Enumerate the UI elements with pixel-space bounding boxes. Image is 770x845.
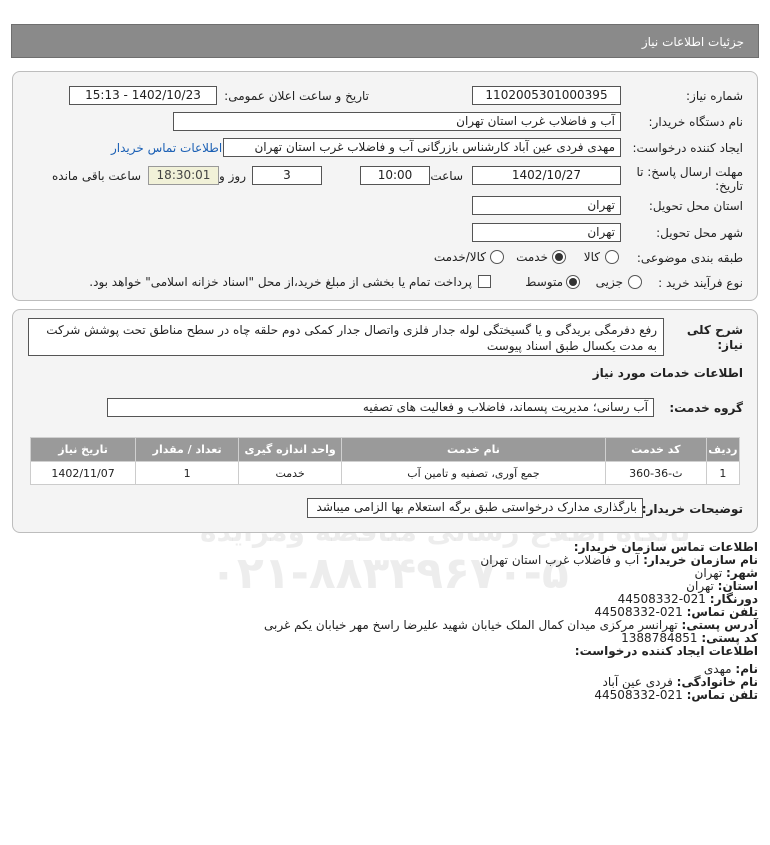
process-radio-medium[interactable] [566,275,580,289]
col-service-name: نام خدمت [341,437,606,462]
cell-service-name: جمع آوری، تصفیه و تامین آب [341,461,606,485]
col-row: ردیف [705,437,741,462]
deadline-time-label: ساعت [430,169,463,183]
cell-service-code: ث-36-360 [604,461,707,485]
cell-quantity: 1 [135,461,240,485]
cell-unit: خدمت [238,461,343,485]
process-option-medium: متوسط [525,275,563,289]
category-option-goods: کالا [583,250,600,264]
need-details-panel [12,71,758,301]
time-remaining-label: ساعت باقی مانده [52,169,142,183]
summary-label-2: نیاز: [717,338,743,352]
buyer-contact-link[interactable]: اطلاعات تماس خریدار [111,141,222,155]
table-row: 1 ث-36-360 جمع آوری، تصفیه و تامین آب خد… [29,461,741,485]
deadline-date-field: 1402/10/27 [472,166,621,185]
requester-label: ایجاد کننده درخواست: [632,141,743,155]
col-need-date: تاریخ نیاز [29,437,137,462]
creator-title: اطلاعات ایجاد کننده درخواست: [574,644,758,658]
announce-field: 1402/10/23 - 15:13 [69,86,217,105]
process-option-small: جزیی [595,275,623,289]
time-remaining-field: 18:30:01 [148,166,219,185]
deadline-label-2: تاریخ: [715,179,743,193]
category-radio-service[interactable] [552,250,566,264]
service-group-label: گروه خدمت: [669,401,743,415]
col-unit: واحد اندازه گیری [238,437,343,462]
buyer-label: نام دستگاه خریدار: [648,115,744,129]
col-service-code: کد خدمت [604,437,707,462]
city-field: تهران [472,223,621,242]
creator-phone: تلفن تماس: 021-44508332 [594,688,758,702]
table-header-row: ردیف کد خدمت نام خدمت واحد اندازه گیری ت… [29,437,741,462]
need-number-field: 1102005301000395 [472,86,621,105]
category-label: طبقه بندی موضوعی: [636,251,743,265]
buyer-notes-label: توضیحات خریدار: [641,502,743,516]
buyer-field: آب و فاضلاب غرب استان تهران [173,112,621,131]
services-table: ردیف کد خدمت نام خدمت واحد اندازه گیری ت… [29,437,741,485]
service-group-field: آب رسانی؛ مدیریت پسماند، فاضلاب و فعالیت… [107,398,654,417]
treasury-payment-note: پرداخت تمام یا بخشی از مبلغ خرید،از محل … [89,275,472,289]
deadline-time-field: 10:00 [360,166,430,185]
process-label: نوع فرآیند خرید : [658,276,743,290]
days-remaining-field: 3 [252,166,322,185]
category-radio-goods-service[interactable] [490,250,504,264]
category-option-service: خدمت [516,250,548,264]
province-label: استان محل تحویل: [648,199,743,213]
announce-label: تاریخ و ساعت اعلان عمومی: [224,89,369,103]
treasury-payment-checkbox[interactable] [478,275,491,288]
page-header: جزئیات اطلاعات نیاز [11,24,759,58]
summary-text: رفع دفرمگی بریدگی و یا گسیختگی لوله جدار… [28,318,664,356]
days-label: روز و [219,169,246,183]
cell-row: 1 [705,461,741,485]
city-label: شهر محل تحویل: [656,226,743,240]
need-number-label: شماره نیاز: [686,89,743,103]
page-title: جزئیات اطلاعات نیاز [641,35,744,49]
services-section-title: اطلاعات خدمات مورد نیاز [592,366,743,380]
category-radio-goods[interactable] [605,250,619,264]
col-quantity: تعداد / مقدار [135,437,240,462]
process-radio-small[interactable] [628,275,642,289]
summary-label-1: شرح کلی [686,323,743,337]
buyer-notes-field: بارگذاری مدارک درخواستی طبق برگه استعلام… [307,498,643,518]
requester-field: مهدی فردی عین آباد کارشناس بازرگانی آب و… [223,138,621,157]
deadline-label-1: مهلت ارسال پاسخ: تا [636,165,743,179]
province-field: تهران [472,196,621,215]
cell-need-date: 1402/11/07 [29,461,137,485]
category-option-goods-service: کالا/خدمت [433,250,486,264]
